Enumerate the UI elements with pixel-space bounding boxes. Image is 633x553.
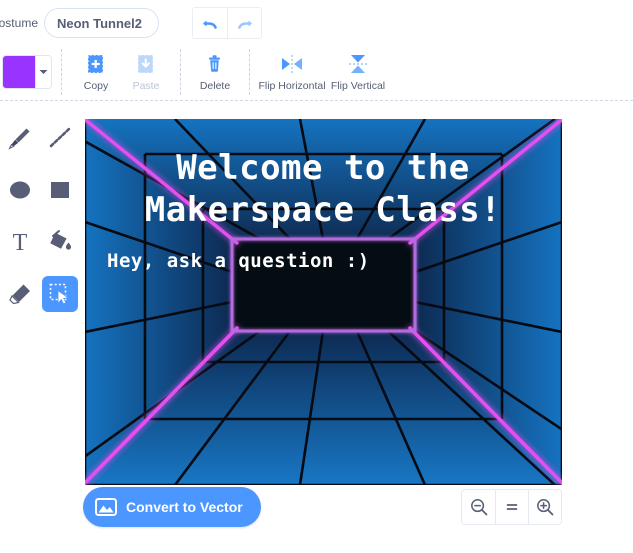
trash-icon [209, 54, 220, 72]
paste-icon [138, 54, 153, 73]
fill-color-picker[interactable] [2, 55, 52, 89]
text-icon: T [13, 230, 28, 255]
image-icon [95, 498, 117, 516]
tool-line[interactable] [42, 120, 78, 156]
copy-icon [88, 54, 103, 73]
flip-vertical-button[interactable]: Flip Vertical [325, 53, 391, 92]
costume-name-input[interactable]: Neon Tunnel2 [44, 8, 159, 38]
zoom-reset-button[interactable] [495, 490, 528, 524]
tool-select[interactable] [42, 276, 78, 312]
paint-editor: Costume Neon Tunnel2 [0, 0, 633, 553]
canvas-title-line1: Welcome to the [176, 148, 470, 188]
delete-label: Delete [199, 79, 231, 92]
toolbar-divider [61, 49, 62, 95]
canvas-title-line2: Makerspace Class! [145, 190, 502, 230]
copy-button[interactable]: Copy [71, 53, 121, 92]
zoom-out-button[interactable] [462, 490, 495, 524]
tool-eraser[interactable] [2, 276, 38, 312]
action-toolbar: Copy Paste Delete Flip Horizontal Flip V… [0, 46, 633, 98]
convert-to-vector-button[interactable]: Convert to Vector [83, 487, 261, 527]
ellipse-icon [10, 181, 30, 199]
costume-label: Costume [0, 16, 38, 30]
tool-text[interactable]: T [2, 224, 38, 260]
zoom-in-icon [537, 499, 554, 516]
flip-vertical-icon [349, 54, 367, 73]
flip-horizontal-button[interactable]: Flip Horizontal [258, 53, 326, 92]
tool-palette: T [0, 112, 80, 322]
tool-fill[interactable] [42, 224, 78, 260]
flip-vertical-label: Flip Vertical [330, 79, 386, 92]
redo-button[interactable] [227, 8, 261, 38]
zoom-controls [461, 489, 562, 525]
delete-button[interactable]: Delete [190, 53, 240, 92]
flip-horizontal-label: Flip Horizontal [258, 79, 326, 92]
tool-rectangle[interactable] [42, 172, 78, 208]
redo-arrow-icon [237, 20, 252, 29]
zoom-out-icon [470, 499, 487, 516]
zoom-reset-icon [506, 504, 518, 510]
undo-redo-group [192, 7, 262, 39]
undo-button[interactable] [193, 8, 227, 38]
convert-to-vector-label: Convert to Vector [126, 499, 243, 515]
paste-button[interactable]: Paste [121, 53, 171, 92]
costume-name-row: Costume Neon Tunnel2 [0, 0, 633, 46]
brush-icon [8, 128, 30, 150]
line-icon [49, 127, 71, 148]
rectangle-icon [51, 182, 69, 198]
tool-brush[interactable] [2, 120, 38, 156]
eraser-icon [9, 284, 30, 305]
copy-label: Copy [83, 79, 109, 92]
fill-icon [50, 230, 72, 250]
color-dropdown-button[interactable] [35, 56, 51, 88]
canvas-subtitle: Hey, ask a question :) [107, 250, 370, 272]
color-swatch[interactable] [3, 56, 35, 88]
costume-artwork: Welcome to the Makerspace Class! Hey, as… [85, 119, 562, 485]
toolbar-divider-3 [249, 49, 250, 95]
paint-canvas[interactable]: Welcome to the Makerspace Class! Hey, as… [85, 119, 562, 485]
chevron-down-icon [39, 70, 48, 74]
zoom-in-button[interactable] [528, 490, 561, 524]
select-icon [49, 283, 70, 305]
paste-label: Paste [132, 79, 160, 92]
toolbar-bottom-divider [0, 100, 633, 101]
toolbar-divider-2 [180, 49, 181, 95]
tool-ellipse[interactable] [2, 172, 38, 208]
flip-horizontal-icon [282, 54, 302, 73]
undo-arrow-icon [203, 20, 217, 29]
svg-text:T: T [13, 230, 28, 255]
